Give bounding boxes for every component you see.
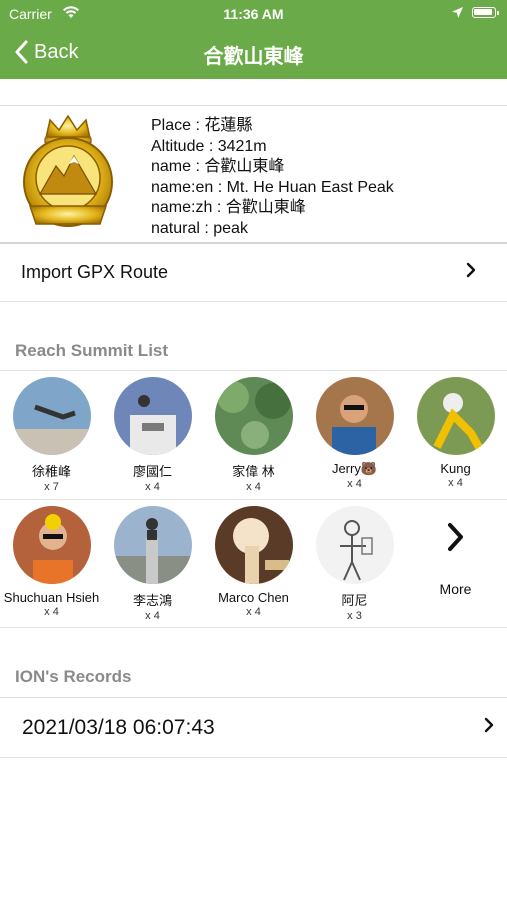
page-title: 合歡山東峰	[203, 46, 304, 68]
user-name: Jerry🐻	[331, 461, 378, 476]
summit-user-1[interactable]: 徐稚峰 x 7	[1, 377, 102, 493]
divider	[0, 370, 507, 371]
section-header-summit: Reach Summit List	[15, 341, 169, 360]
peak-name: name : 合歡山東峰	[151, 158, 285, 175]
user-name: 阿尼	[341, 593, 368, 608]
import-gpx-route-row[interactable]: Import GPX Route	[0, 244, 507, 301]
peak-info: Place : 花蓮縣 Altitude : 3421m name : 合歡山東…	[151, 116, 394, 239]
location-arrow-icon	[451, 6, 464, 22]
summit-count: x 3	[347, 610, 362, 622]
avatar	[315, 506, 394, 584]
battery-icon	[472, 7, 499, 18]
user-name: 家偉 林	[232, 464, 275, 479]
user-name: Kung	[440, 461, 471, 476]
import-gpx-label: Import GPX Route	[21, 262, 169, 282]
summit-count: x 4	[145, 481, 160, 493]
peak-badge-logo	[16, 112, 120, 230]
battery-level	[474, 9, 492, 15]
user-name: 徐稚峰	[31, 464, 71, 479]
divider	[0, 105, 507, 106]
summit-count: x 4	[246, 606, 261, 618]
summit-count: x 4	[145, 610, 160, 622]
user-name: Marco Chen	[218, 590, 289, 605]
avatar	[315, 377, 394, 455]
more-users-button[interactable]: More	[405, 522, 506, 597]
section-header-records: ION's Records	[15, 667, 132, 686]
record-row[interactable]: 2021/03/18 06:07:43	[0, 698, 507, 757]
clock: 11:36 AM	[223, 6, 284, 22]
peak-natural: natural : peak	[151, 219, 248, 237]
summit-user-4[interactable]: Jerry🐻 x 4	[304, 377, 405, 490]
peak-altitude: Altitude : 3421m	[151, 137, 267, 155]
chevron-right-icon	[484, 717, 494, 738]
nav-header: Carrier 11:36 AM Back 合歡山東峰	[0, 0, 507, 79]
peak-place: Place : 花蓮縣	[151, 117, 253, 134]
summit-count: x 4	[246, 481, 261, 493]
peak-name-en: name:en : Mt. He Huan East Peak	[151, 178, 394, 196]
chevron-right-icon	[466, 262, 476, 283]
user-name: 廖國仁	[132, 464, 172, 479]
more-label: More	[439, 581, 472, 597]
user-name: 李志鴻	[132, 593, 172, 608]
divider	[0, 301, 507, 302]
summit-user-2[interactable]: 廖國仁 x 4	[102, 377, 203, 493]
summit-user-9[interactable]: 阿尼 x 3	[304, 506, 405, 622]
summit-user-5[interactable]: Kung x 4	[405, 377, 506, 489]
avatar	[214, 506, 293, 584]
summit-user-7[interactable]: 李志鴻 x 4	[102, 506, 203, 622]
summit-user-3[interactable]: 家偉 林 x 4	[203, 377, 304, 493]
summit-count: x 4	[44, 606, 59, 618]
peak-name-zh: name:zh : 合歡山東峰	[151, 199, 306, 216]
avatar	[12, 506, 91, 584]
status-bar: Carrier 11:36 AM	[0, 0, 507, 28]
summit-user-6[interactable]: Shuchuan Hsieh x 4	[1, 506, 102, 618]
avatar	[113, 506, 192, 584]
avatar	[416, 377, 495, 455]
record-datetime: 2021/03/18 06:07:43	[22, 715, 215, 739]
avatar	[12, 377, 91, 455]
summit-count: x 4	[347, 478, 362, 490]
summit-count: x 7	[44, 481, 59, 493]
divider	[0, 757, 507, 758]
divider	[0, 627, 507, 628]
user-name: Shuchuan Hsieh	[3, 590, 100, 605]
summit-user-8[interactable]: Marco Chen x 4	[203, 506, 304, 618]
divider	[0, 499, 507, 500]
chevron-right-icon	[405, 522, 506, 557]
avatar	[113, 377, 192, 455]
avatar	[214, 377, 293, 455]
summit-count: x 4	[448, 477, 463, 489]
